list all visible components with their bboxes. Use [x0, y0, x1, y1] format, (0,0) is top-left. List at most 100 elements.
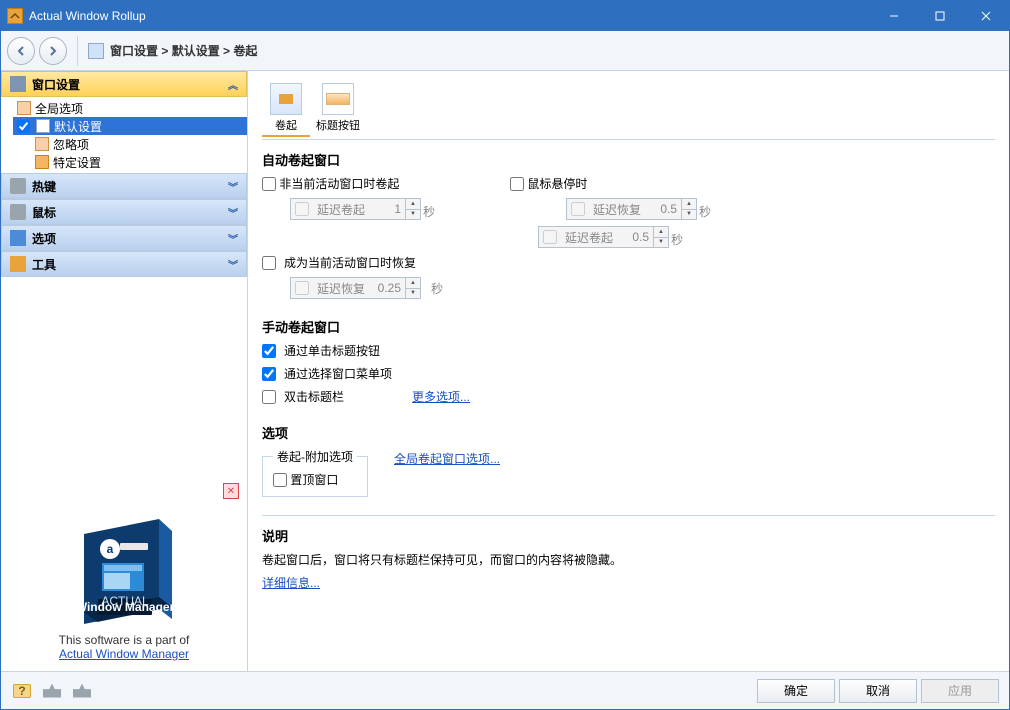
label-inactive-rollup: 非当前活动窗口时卷起	[279, 177, 399, 191]
breadcrumb-seg-3[interactable]: 卷起	[233, 44, 257, 58]
check-window-menu[interactable]	[262, 367, 276, 381]
nav-back-button[interactable]	[7, 37, 35, 65]
doc-icon	[35, 155, 49, 169]
check-click-titlebtn[interactable]	[262, 344, 276, 358]
breadcrumb: 窗口设置 > 默认设置 > 卷起	[88, 42, 257, 59]
footer: ? 确定 取消 应用	[1, 671, 1009, 709]
promo-text: This software is a part of	[59, 633, 190, 647]
sidebar-header-mouse[interactable]: 鼠标︾	[1, 199, 247, 225]
tree-item-default-check[interactable]	[17, 120, 30, 133]
fieldset-extra: 卷起-附加选项 置顶窗口	[262, 448, 368, 497]
check-delay-rollup[interactable]	[295, 202, 309, 216]
tree-item-ignore[interactable]: 忽略项	[13, 135, 247, 153]
section-title-options: 选项	[262, 423, 995, 442]
close-button[interactable]	[963, 1, 1009, 31]
spinner[interactable]: ▲▼	[405, 199, 420, 219]
sidebar-collapse-button[interactable]: ✕	[223, 483, 239, 499]
navbar: 窗口设置 > 默认设置 > 卷起	[1, 31, 1009, 71]
body: 窗口设置 ︽ 全局选项 默认设置 忽略项 特定设置 热键︾ 鼠标︾ 选项︾ 工具…	[1, 71, 1009, 671]
label-topmost: 置顶窗口	[290, 473, 338, 487]
apply-button[interactable]: 应用	[921, 679, 999, 703]
sidebar-header-hotkey[interactable]: 热键︾	[1, 173, 247, 199]
check-dblclick-title[interactable]	[262, 390, 276, 404]
app-window: Actual Window Rollup 窗口设置 > 默认设置 > 卷起 窗口…	[0, 0, 1010, 710]
nav-forward-button[interactable]	[39, 37, 67, 65]
sidebar-header-window[interactable]: 窗口设置 ︽	[1, 71, 247, 97]
spinner[interactable]: ▲▼	[405, 278, 420, 298]
check-hover-rollup[interactable]	[543, 230, 557, 244]
nav-separator	[77, 36, 78, 66]
section-options: 选项 卷起-附加选项 置顶窗口 全局卷起窗口选项...	[262, 423, 995, 497]
window-settings-icon	[10, 76, 26, 92]
chevron-down-icon: ︾	[228, 257, 238, 272]
check-topmost[interactable]	[273, 473, 287, 487]
hotkey-icon	[10, 178, 26, 194]
mouse-icon	[10, 204, 26, 220]
tabs: 卷起 标题按钮	[262, 81, 995, 140]
tab-rollup[interactable]: 卷起	[262, 81, 310, 137]
check-restore-active[interactable]	[262, 256, 276, 270]
maximize-button[interactable]	[917, 1, 963, 31]
svg-text:Window Manager: Window Manager	[76, 600, 175, 614]
section-title-desc: 说明	[262, 526, 995, 545]
link-more-options[interactable]: 更多选项...	[412, 388, 470, 405]
section-description: 说明 卷起窗口后，窗口将只有标题栏保持可见，而窗口的内容将被隐藏。 详细信息..…	[262, 526, 995, 591]
content: 卷起 标题按钮 自动卷起窗口 非当前活动窗口时卷起 鼠标悬停时	[248, 71, 1009, 671]
svg-text:a: a	[107, 542, 114, 556]
label-dblclick-title: 双击标题栏	[284, 388, 404, 405]
app-title: Actual Window Rollup	[29, 9, 871, 23]
titlebtn-icon	[322, 83, 354, 115]
sidebar-header-options[interactable]: 选项︾	[1, 225, 247, 251]
tab-titlebtn[interactable]: 标题按钮	[314, 81, 362, 137]
undo-button[interactable]	[41, 680, 63, 702]
sidebar: 窗口设置 ︽ 全局选项 默认设置 忽略项 特定设置 热键︾ 鼠标︾ 选项︾ 工具…	[1, 71, 248, 671]
field-delay-rollup[interactable]: 延迟卷起 1 ▲▼	[290, 198, 421, 220]
field-delay-restore[interactable]: 延迟恢复 0.25 ▲▼	[290, 277, 421, 299]
label-hover: 鼠标悬停时	[527, 177, 587, 191]
chevron-up-icon: ︽	[228, 77, 238, 92]
folder-icon	[36, 119, 50, 133]
ok-button[interactable]: 确定	[757, 679, 835, 703]
chevron-down-icon: ︾	[228, 205, 238, 220]
promo-link[interactable]: Actual Window Manager	[59, 647, 189, 661]
breadcrumb-icon	[88, 43, 104, 59]
sidebar-tree: 全局选项 默认设置 忽略项 特定设置	[1, 97, 247, 173]
rollup-icon	[270, 83, 302, 115]
doc-icon	[35, 137, 49, 151]
titlebar: Actual Window Rollup	[1, 1, 1009, 31]
tree-item-specific[interactable]: 特定设置	[13, 153, 247, 171]
field-hover-rollup[interactable]: 延迟卷起 0.5 ▲▼	[538, 226, 669, 248]
help-button[interactable]: ?	[11, 680, 33, 702]
chevron-down-icon: ︾	[228, 179, 238, 194]
link-more-info[interactable]: 详细信息...	[262, 576, 320, 590]
label-restore-active: 成为当前活动窗口时恢复	[284, 254, 416, 271]
sidebar-header-tools[interactable]: 工具︾	[1, 251, 247, 277]
redo-button[interactable]	[71, 680, 93, 702]
section-auto: 自动卷起窗口 非当前活动窗口时卷起 鼠标悬停时 延迟卷起 1	[262, 150, 995, 299]
breadcrumb-seg-1[interactable]: 窗口设置	[110, 44, 158, 58]
section-manual: 手动卷起窗口 通过单击标题按钮 通过选择窗口菜单项 双击标题栏 更多选项...	[262, 317, 995, 405]
list-icon	[17, 101, 31, 115]
spinner[interactable]: ▲▼	[653, 227, 668, 247]
minimize-button[interactable]	[871, 1, 917, 31]
section-title-manual: 手动卷起窗口	[262, 317, 995, 336]
cancel-button[interactable]: 取消	[839, 679, 917, 703]
breadcrumb-seg-2[interactable]: 默认设置	[172, 44, 220, 58]
description-text: 卷起窗口后，窗口将只有标题栏保持可见，而窗口的内容将被隐藏。	[262, 551, 995, 568]
tree-item-global[interactable]: 全局选项	[13, 99, 247, 117]
tree-item-default[interactable]: 默认设置	[13, 117, 247, 135]
label-click-titlebtn: 通过单击标题按钮	[284, 342, 380, 359]
check-hover-restore[interactable]	[571, 202, 585, 216]
link-global-rollup-options[interactable]: 全局卷起窗口选项...	[394, 450, 500, 467]
section-title-auto: 自动卷起窗口	[262, 150, 995, 169]
check-delay-restore[interactable]	[295, 281, 309, 295]
tools-icon	[10, 256, 26, 272]
legend-extra: 卷起-附加选项	[273, 448, 357, 465]
check-inactive-rollup[interactable]	[262, 177, 276, 191]
options-icon	[10, 230, 26, 246]
chevron-down-icon: ︾	[228, 231, 238, 246]
check-hover[interactable]	[510, 177, 524, 191]
spinner[interactable]: ▲▼	[681, 199, 696, 219]
field-hover-restore[interactable]: 延迟恢复 0.5 ▲▼	[566, 198, 697, 220]
label-window-menu: 通过选择窗口菜单项	[284, 365, 392, 382]
